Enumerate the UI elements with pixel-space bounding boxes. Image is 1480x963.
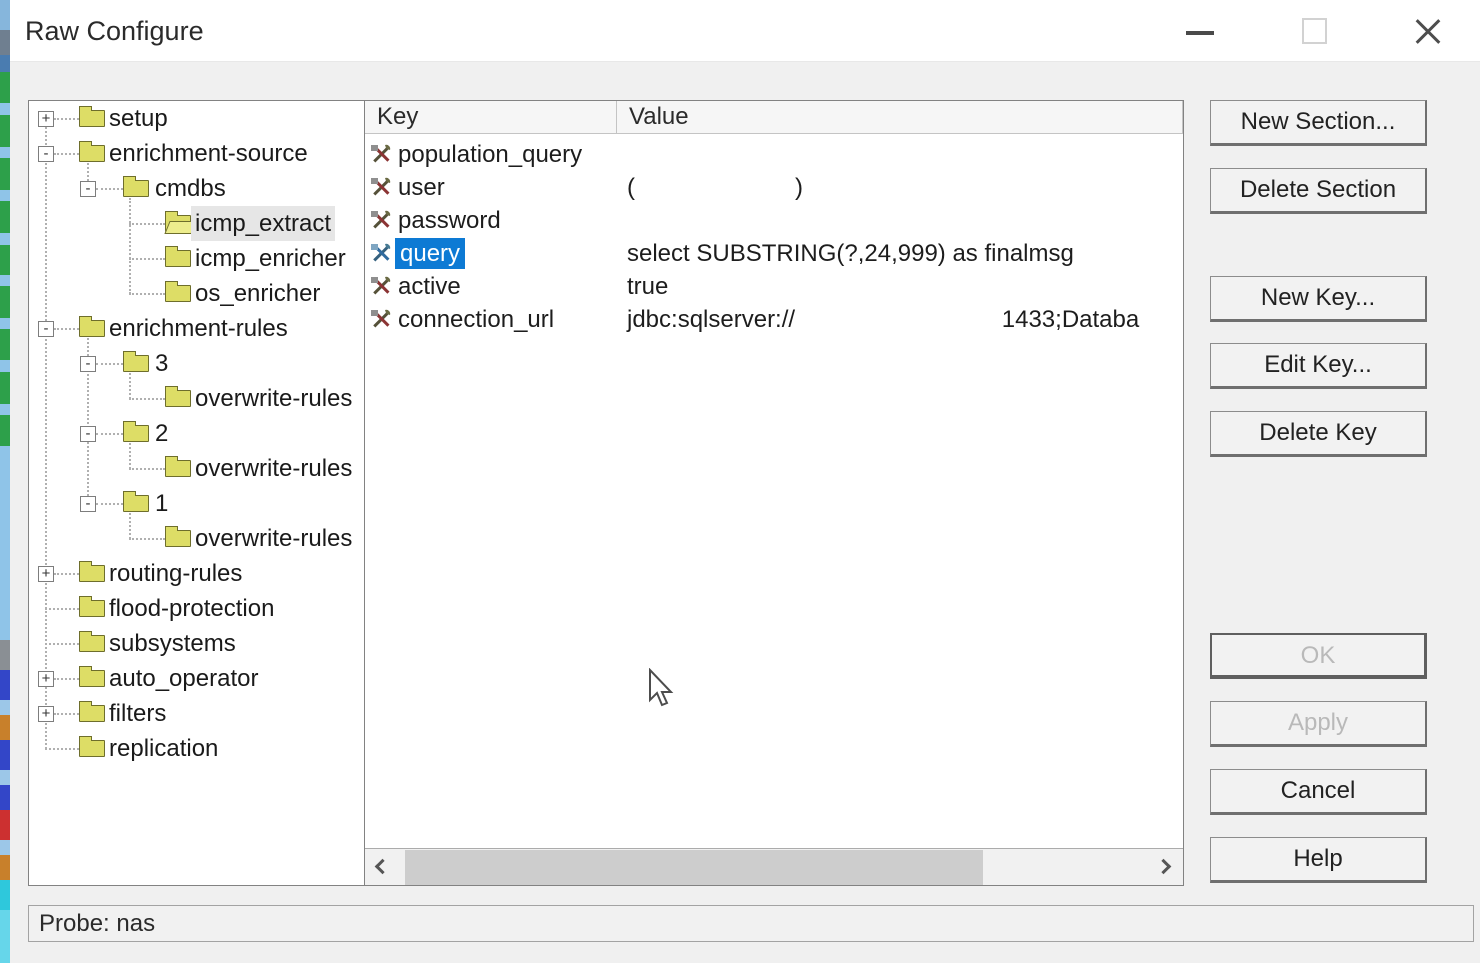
tree-item-os-enricher[interactable]: os_enricher — [29, 276, 387, 311]
folder-icon — [79, 736, 105, 757]
new-key-button[interactable]: New Key... — [1210, 276, 1427, 322]
tree-item-rule-1[interactable]: -1 — [29, 486, 387, 521]
folder-icon — [165, 456, 191, 477]
mouse-cursor — [649, 668, 674, 707]
delete-section-button[interactable]: Delete Section — [1210, 168, 1427, 214]
section-tree: + setup - enrichment-source - cmdbs icmp_ex… — [28, 100, 388, 886]
folder-icon — [79, 141, 105, 162]
folder-icon — [123, 491, 149, 512]
table-row-connection-url[interactable]: connection_url jdbc:sqlserver:// 1433;Da… — [365, 303, 1183, 336]
key-tools-icon — [371, 210, 391, 229]
tree-item-routing-rules[interactable]: + routing-rules — [29, 556, 387, 591]
ok-button: OK — [1210, 633, 1427, 679]
folder-icon — [165, 246, 191, 267]
maximize-icon — [1302, 18, 1327, 44]
tree-item-auto-operator[interactable]: + auto_operator — [29, 661, 387, 696]
expand-plus-icon[interactable]: + — [38, 671, 54, 687]
folder-icon — [123, 176, 149, 197]
folder-icon — [79, 596, 105, 617]
table-row-user[interactable]: user ( ) — [365, 171, 1183, 204]
expand-plus-icon[interactable]: + — [38, 706, 54, 722]
folder-icon — [165, 526, 191, 547]
column-header-key[interactable]: Key — [365, 101, 617, 134]
folder-icon — [79, 106, 105, 127]
tree-item-filters[interactable]: + filters — [29, 696, 387, 731]
delete-key-button[interactable]: Delete Key — [1210, 411, 1427, 457]
expand-plus-icon[interactable]: + — [38, 111, 54, 127]
scrollbar-thumb[interactable] — [405, 850, 983, 885]
tree-item-setup[interactable]: + setup — [29, 101, 387, 136]
tree-item-icmp-enricher[interactable]: icmp_enricher — [29, 241, 387, 276]
key-tools-icon — [371, 144, 391, 163]
folder-icon — [165, 386, 191, 407]
collapse-minus-icon[interactable]: - — [38, 146, 54, 162]
folder-icon — [123, 421, 149, 442]
raw-configure-dialog: Raw Configure + setup - enrichment-source … — [0, 0, 1480, 963]
minimize-icon — [1186, 31, 1214, 35]
title-bar: Raw Configure — [0, 0, 1480, 62]
scroll-right-icon[interactable] — [1155, 858, 1172, 875]
collapse-minus-icon[interactable]: - — [80, 426, 96, 442]
status-bar: Probe: nas — [28, 905, 1474, 942]
window-title: Raw Configure — [25, 16, 204, 46]
key-tools-icon — [371, 243, 391, 262]
help-button[interactable]: Help — [1210, 837, 1427, 883]
folder-icon — [123, 351, 149, 372]
tree-item-flood-protection[interactable]: flood-protection — [29, 591, 387, 626]
apply-button: Apply — [1210, 701, 1427, 747]
tree-item-overwrite-rules-3[interactable]: overwrite-rules — [29, 381, 387, 416]
tree-item-rule-3[interactable]: -3 — [29, 346, 387, 381]
list-header: Key Value — [365, 101, 1183, 134]
folder-icon — [79, 666, 105, 687]
collapse-minus-icon[interactable]: - — [80, 496, 96, 512]
table-row-password[interactable]: password — [365, 204, 1183, 237]
close-button[interactable] — [1398, 0, 1454, 62]
collapse-minus-icon[interactable]: - — [38, 321, 54, 337]
folder-icon — [79, 701, 105, 722]
key-value-list: Key Value population_query user ( ) pass… — [364, 100, 1184, 886]
folder-icon — [79, 316, 105, 337]
scroll-left-icon[interactable] — [374, 858, 391, 875]
edge-artifact-strip — [0, 0, 10, 963]
column-header-value[interactable]: Value — [617, 101, 1183, 134]
folder-icon — [79, 561, 105, 582]
tree-item-icmp-extract[interactable]: icmp_extract — [29, 206, 387, 241]
tree-item-overwrite-rules-1[interactable]: overwrite-rules — [29, 521, 387, 556]
tree-item-enrichment-rules[interactable]: - enrichment-rules — [29, 311, 387, 346]
tree-item-rule-2[interactable]: -2 — [29, 416, 387, 451]
new-section-button[interactable]: New Section... — [1210, 100, 1427, 146]
key-tools-icon — [371, 309, 391, 328]
folder-icon — [165, 281, 191, 302]
expand-plus-icon[interactable]: + — [38, 566, 54, 582]
tree-item-overwrite-rules-2[interactable]: overwrite-rules — [29, 451, 387, 486]
folder-icon — [79, 631, 105, 652]
table-row-active[interactable]: active true — [365, 270, 1183, 303]
collapse-minus-icon[interactable]: - — [80, 356, 96, 372]
table-row-query-selected[interactable]: query select SUBSTRING(?,24,999) as fina… — [365, 237, 1183, 270]
tree-item-subsystems[interactable]: subsystems — [29, 626, 387, 661]
open-folder-icon — [165, 211, 191, 232]
maximize-button[interactable] — [1286, 0, 1342, 62]
horizontal-scrollbar[interactable] — [365, 848, 1183, 885]
dialog-body: + setup - enrichment-source - cmdbs icmp_ex… — [0, 62, 1480, 963]
tree-item-enrichment-source[interactable]: - enrichment-source — [29, 136, 387, 171]
key-tools-icon — [371, 276, 391, 295]
collapse-minus-icon[interactable]: - — [80, 181, 96, 197]
table-row-population-query[interactable]: population_query — [365, 138, 1183, 171]
edit-key-button[interactable]: Edit Key... — [1210, 343, 1427, 389]
minimize-button[interactable] — [1172, 0, 1228, 62]
tree-item-replication[interactable]: replication — [29, 731, 387, 766]
key-tools-icon — [371, 177, 391, 196]
tree-item-cmdbs[interactable]: - cmdbs — [29, 171, 387, 206]
cancel-button[interactable]: Cancel — [1210, 769, 1427, 815]
probe-status-label: Probe: nas — [39, 910, 156, 937]
